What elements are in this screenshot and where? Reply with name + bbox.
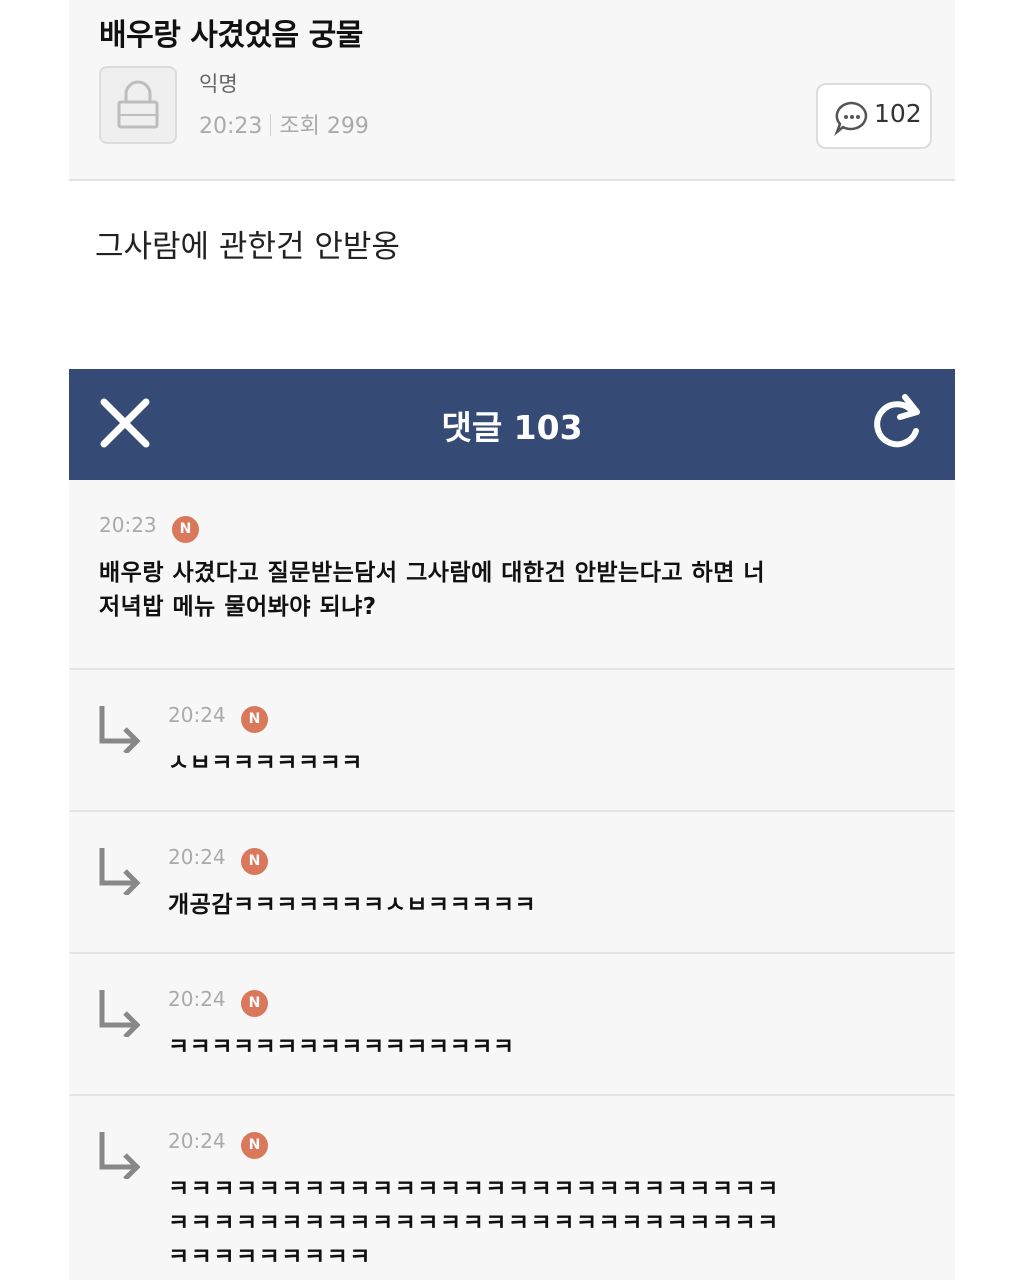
comment-text: ㅋㅋㅋㅋㅋㅋㅋㅋㅋㅋㅋㅋㅋㅋㅋㅋㅋㅋㅋㅋㅋㅋㅋㅋㅋㅋㅋ ㅋㅋㅋㅋㅋㅋㅋㅋㅋㅋㅋㅋ… (168, 1172, 780, 1274)
comment-text: ㅋㅋㅋㅋㅋㅋㅋㅋㅋㅋㅋㅋㅋㅋㅋㅋ (168, 1034, 515, 1060)
lock-icon (117, 80, 159, 129)
new-badge: N (241, 848, 268, 875)
comments-header-bar: 댓글 103 (69, 369, 955, 480)
comment-text: ㅅㅂㅋㅋㅋㅋㅋㅋㅋ (168, 750, 363, 776)
comment-time: 20:24 (168, 845, 226, 869)
comment-time: 20:24 (168, 1129, 226, 1153)
comment-text: 개공감ㅋㅋㅋㅋㅋㅋㅋㅅㅂㅋㅋㅋㅋㅋ (168, 892, 537, 918)
meta-divider (270, 114, 272, 136)
post-frame: 배우랑 사겼었음 궁물 익명 20:23 조회 299 102 그사람에 관한건 … (69, 0, 955, 1280)
refresh-icon[interactable] (869, 393, 929, 453)
new-badge: N (241, 706, 268, 733)
reply-arrow-icon (99, 1132, 141, 1179)
reply-item: 20:24 N ㅋㅋㅋㅋㅋㅋㅋㅋㅋㅋㅋㅋㅋㅋㅋㅋㅋㅋㅋㅋㅋㅋㅋㅋㅋㅋㅋ ㅋㅋㅋㅋ… (69, 1096, 955, 1280)
comment-text: 배우랑 사겼다고 질문받는담서 그사람에 대한건 안받는다고 하면 너 저녁밥 … (99, 556, 765, 624)
comments-title: 댓글 103 (441, 408, 583, 447)
comment-item: 20:23 N 배우랑 사겼다고 질문받는담서 그사람에 대한건 안받는다고 하… (69, 480, 955, 670)
comment-time: 20:24 (168, 703, 226, 727)
comment-text-line: ㅋㅋㅋㅋㅋㅋㅋㅋㅋㅋㅋㅋㅋㅋㅋㅋㅋㅋㅋㅋㅋㅋㅋㅋㅋㅋㅋ (168, 1176, 780, 1202)
avatar (99, 66, 177, 144)
comment-text-line: 저녁밥 메뉴 물어봐야 되냐? (99, 594, 377, 620)
comment-count: 102 (874, 99, 922, 128)
comment-time: 20:23 (99, 513, 157, 537)
new-badge: N (241, 990, 268, 1017)
reply-item: 20:24 N ㅅㅂㅋㅋㅋㅋㅋㅋㅋ (69, 670, 955, 812)
author-name: 익명 (199, 72, 238, 96)
comment-text-line: ㅋㅋㅋㅋㅋㅋㅋㅋㅋ (168, 1244, 372, 1270)
view-count: 조회 299 (279, 114, 369, 139)
comment-text-line: ㅋㅋㅋㅋㅋㅋㅋㅋㅋㅋㅋㅋㅋㅋㅋㅋㅋㅋㅋㅋㅋㅋㅋㅋㅋㅋㅋ (168, 1210, 780, 1236)
post-meta: 20:23 조회 299 (199, 108, 369, 140)
post-header: 배우랑 사겼었음 궁물 익명 20:23 조회 299 102 (69, 0, 955, 180)
comment-text-line: 배우랑 사겼다고 질문받는담서 그사람에 대한건 안받는다고 하면 너 (99, 560, 766, 586)
reply-arrow-icon (99, 848, 141, 895)
reply-item: 20:24 N ㅋㅋㅋㅋㅋㅋㅋㅋㅋㅋㅋㅋㅋㅋㅋㅋ (69, 954, 955, 1096)
comment-count-button[interactable]: 102 (816, 83, 932, 149)
reply-arrow-icon (99, 990, 141, 1037)
speech-bubble-icon (834, 101, 868, 136)
new-badge: N (172, 516, 199, 543)
new-badge: N (241, 1132, 268, 1159)
post-body-text: 그사람에 관한건 안받옹 (95, 229, 400, 265)
post-time: 20:23 (199, 114, 263, 139)
reply-arrow-icon (99, 706, 141, 753)
comment-time: 20:24 (168, 987, 226, 1011)
post-title: 배우랑 사겼었음 궁물 (99, 18, 363, 53)
reply-item: 20:24 N 개공감ㅋㅋㅋㅋㅋㅋㅋㅅㅂㅋㅋㅋㅋㅋ (69, 812, 955, 954)
post-body: 그사람에 관한건 안받옹 (69, 181, 955, 369)
